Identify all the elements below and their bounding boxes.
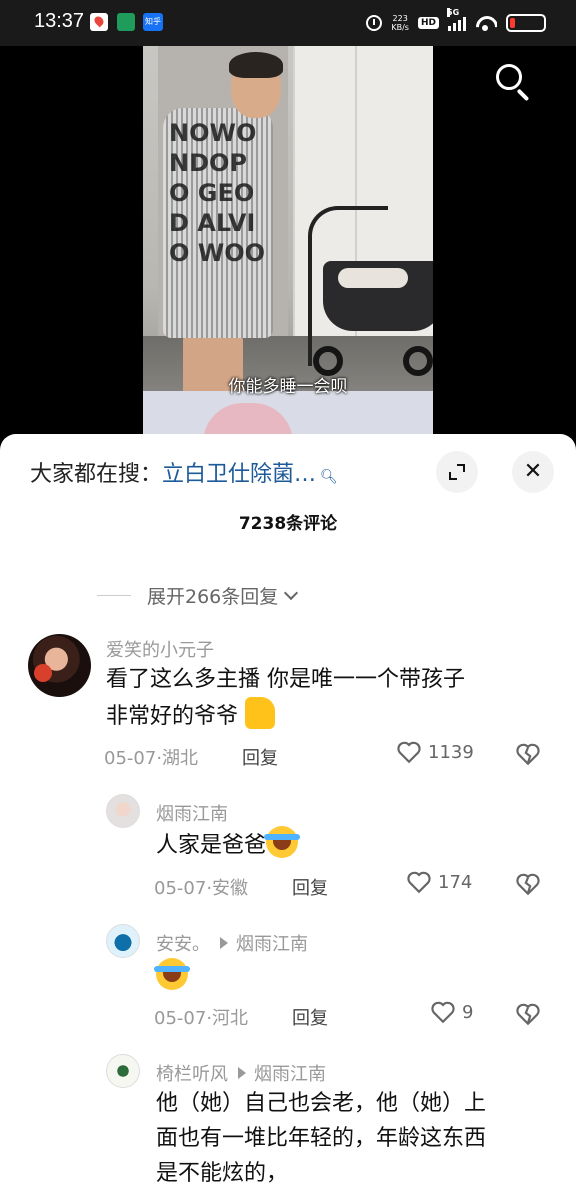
comment-text: 看了这么多主播 你是唯一一个带孩子 非常好的爷爷	[106, 662, 465, 734]
comment-text	[154, 958, 190, 995]
heart-icon	[407, 871, 431, 894]
like-count: 9	[462, 1001, 474, 1023]
comment-text-line: 是不能炫的，	[156, 1161, 289, 1186]
search-icon[interactable]	[494, 62, 532, 102]
comment-username[interactable]: 烟雨江南	[156, 800, 228, 826]
like-button[interactable]: 9	[430, 1000, 473, 1024]
video-subtitle: 你能多睡一会呗	[228, 377, 348, 397]
comment-date: 05-07	[154, 878, 207, 899]
close-icon: ✕	[523, 459, 543, 484]
close-panel-button[interactable]: ✕	[512, 451, 554, 493]
comment-text-line: 面也有一堆比年轻的，年龄这东西	[156, 1126, 487, 1151]
divider	[97, 595, 131, 596]
app-notification-icon	[117, 13, 135, 31]
comment-date: 05-07	[154, 1008, 207, 1029]
comment-location: 安徽	[212, 878, 249, 899]
chevron-down-icon	[284, 585, 299, 600]
signal-icon: 5G	[447, 8, 466, 31]
reply-author[interactable]: 安安。	[156, 934, 210, 955]
like-button[interactable]: 174	[406, 870, 472, 894]
comment-panel: 大家都在搜：立白卫仕除菌… 🔍︎ ✕ 7238条评论 展开266条回复 爱笑的小元…	[0, 434, 576, 1195]
reply-target[interactable]: 烟雨江南	[254, 1064, 326, 1085]
battery-level	[510, 18, 515, 28]
maps-app-icon	[90, 13, 108, 31]
reply-arrow-icon	[238, 1067, 246, 1079]
comment-username: 椅栏听风 烟雨江南	[156, 1060, 326, 1086]
expand-replies-button[interactable]: 展开266条回复	[97, 582, 299, 609]
like-count: 1139	[428, 741, 474, 763]
comment-count: 7238条评论	[238, 514, 338, 534]
alarm-icon	[366, 15, 383, 31]
video-player[interactable]: 你能多睡一会呗	[0, 46, 576, 446]
avatar[interactable]	[106, 794, 140, 828]
dislike-icon[interactable]	[515, 742, 541, 766]
laughing-crying-emoji	[154, 958, 190, 990]
network-speed: 223 KB/s	[391, 14, 409, 32]
scene-person-hair	[229, 52, 283, 78]
search-suggestion-prefix: 大家都在搜：	[30, 462, 163, 487]
expand-replies-label: 展开266条回复	[147, 586, 279, 608]
avatar[interactable]	[28, 634, 91, 697]
search-suggestion-icon: 🔍︎	[320, 469, 338, 485]
comment-username: 安安。 烟雨江南	[156, 930, 308, 956]
status-time: 13:37	[34, 10, 85, 32]
reply-target[interactable]: 烟雨江南	[236, 934, 308, 955]
comment-location: 河北	[212, 1008, 249, 1029]
thumbs-up-emoji	[245, 697, 276, 729]
status-bar: 13:37 知乎 223 KB/s HD 5G	[0, 0, 576, 46]
comment-location: 湖北	[162, 748, 199, 769]
comment-text-line: 看了这么多主播 你是唯一一个带孩子	[106, 667, 465, 692]
network-speed-unit: KB/s	[391, 23, 409, 32]
reply-button[interactable]: 回复	[292, 1004, 328, 1030]
status-indicators: 223 KB/s HD 5G	[366, 8, 546, 35]
comment-meta: 05-07·湖北	[104, 748, 199, 769]
dislike-icon[interactable]	[515, 872, 541, 896]
search-suggestion-term[interactable]: 立白卫仕除菌…	[162, 462, 316, 487]
comment-username[interactable]: 爱笑的小元子	[106, 636, 214, 662]
laughing-crying-emoji	[264, 826, 301, 858]
comment-text: 人家是爸爸	[156, 826, 301, 863]
like-button[interactable]: 1139	[396, 740, 474, 764]
wifi-icon	[475, 15, 497, 31]
network-speed-value: 223	[392, 14, 408, 23]
comment-text-line: 非常好的爷爷	[106, 704, 239, 729]
expand-panel-button[interactable]	[436, 451, 478, 493]
avatar[interactable]	[106, 924, 140, 958]
heart-icon	[397, 741, 421, 764]
network-type-label: 5G	[447, 8, 460, 17]
comment-text-line: 人家是爸爸	[156, 833, 267, 858]
reply-button[interactable]: 回复	[292, 874, 328, 900]
search-suggestion[interactable]: 大家都在搜：立白卫仕除菌… 🔍︎	[30, 456, 338, 488]
faded-content-strip	[160, 552, 540, 560]
dislike-icon[interactable]	[515, 1002, 541, 1026]
zhihu-app-icon: 知乎	[143, 13, 163, 31]
heart-icon	[431, 1001, 455, 1024]
comment-date: 05-07	[104, 748, 157, 769]
scene-stroller	[308, 206, 433, 376]
reply-author[interactable]: 椅栏听风	[156, 1064, 228, 1085]
avatar[interactable]	[106, 1054, 140, 1088]
hd-badge: HD	[417, 17, 439, 29]
battery-icon	[506, 14, 546, 32]
reply-button[interactable]: 回复	[242, 744, 278, 770]
expand-icon	[449, 472, 457, 480]
comment-meta: 05-07·河北	[154, 1008, 249, 1029]
like-count: 174	[438, 871, 473, 893]
reply-arrow-icon	[220, 937, 228, 949]
scene-person-body	[163, 108, 273, 338]
comment-meta: 05-07·安徽	[154, 878, 249, 899]
comment-text: 他（她）自己也会老，他（她）上 面也有一堆比年轻的，年龄这东西 是不能炫的，	[156, 1086, 486, 1191]
comment-text-line: 他（她）自己也会老，他（她）上	[156, 1091, 487, 1116]
